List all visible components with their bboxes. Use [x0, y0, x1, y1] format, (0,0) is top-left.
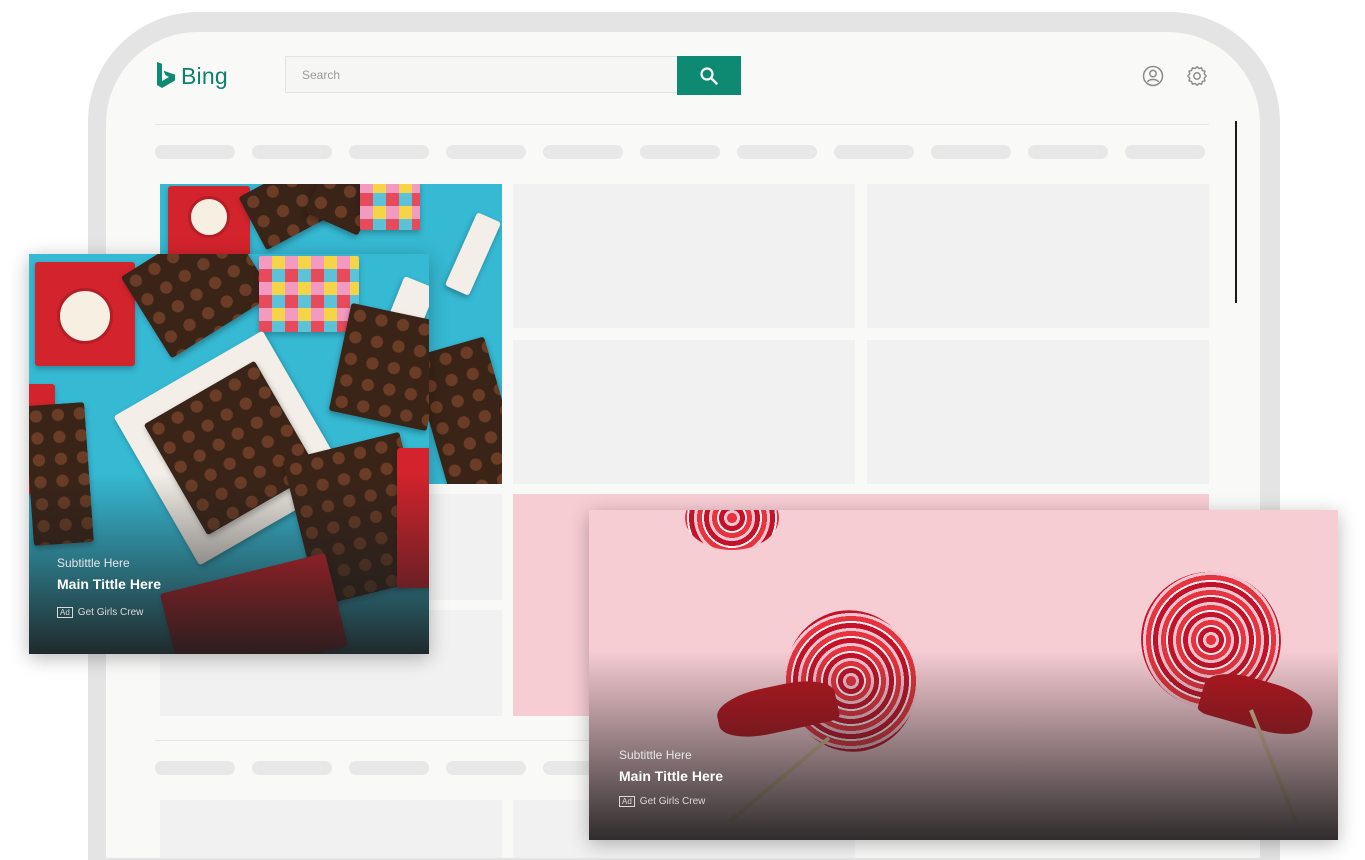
ad-title[interactable]: Main Tittle Here [619, 768, 723, 784]
nav-placeholder-row-2 [155, 761, 623, 775]
nav-placeholder [834, 145, 914, 159]
search-icon [700, 66, 718, 85]
result-tile[interactable] [867, 340, 1209, 484]
nav-placeholder [543, 145, 623, 159]
nav-placeholder [1028, 145, 1108, 159]
bing-logo[interactable]: Bing [156, 62, 228, 90]
nav-placeholder [349, 145, 429, 159]
ad-card-chocolates[interactable]: Subtittle Here Main Tittle Here Ad Get G… [29, 254, 429, 654]
scrollbar-thumb[interactable] [1235, 121, 1237, 303]
ad-subtitle: Subtittle Here [619, 748, 692, 762]
nav-placeholder [737, 145, 817, 159]
nav-placeholder-row [155, 145, 1205, 159]
gear-icon [1187, 66, 1207, 86]
ad-advertiser-name: Get Girls Crew [77, 607, 144, 618]
box-seal [57, 288, 113, 344]
ad-advertiser[interactable]: Ad Get Girls Crew [619, 796, 705, 807]
search-input[interactable] [285, 56, 677, 93]
ad-badge: Ad [619, 796, 635, 807]
result-tile[interactable] [160, 800, 502, 858]
nav-placeholder [252, 145, 332, 159]
valentine-box [259, 256, 359, 332]
result-tile[interactable] [513, 340, 855, 484]
result-tile[interactable] [513, 184, 855, 328]
ad-badge: Ad [57, 607, 73, 618]
nav-placeholder [155, 761, 235, 775]
account-icon [1142, 65, 1164, 87]
ad-subtitle: Subtittle Here [57, 556, 130, 570]
nav-placeholder [640, 145, 720, 159]
result-tile[interactable] [867, 184, 1209, 328]
lollipop [685, 510, 779, 550]
nav-placeholder [155, 145, 235, 159]
ad-card-lollipops[interactable]: Subtittle Here Main Tittle Here Ad Get G… [589, 510, 1338, 840]
nav-placeholder [252, 761, 332, 775]
nav-placeholder [446, 761, 526, 775]
box-seal [188, 196, 230, 238]
settings-button[interactable] [1186, 65, 1208, 87]
nav-placeholder [349, 761, 429, 775]
account-button[interactable] [1142, 65, 1164, 87]
text-scrim [589, 650, 1338, 840]
ad-title[interactable]: Main Tittle Here [57, 576, 161, 592]
nav-placeholder [931, 145, 1011, 159]
search-button[interactable] [677, 56, 741, 95]
valentine-box [360, 184, 420, 230]
nav-placeholder [446, 145, 526, 159]
ad-advertiser[interactable]: Ad Get Girls Crew [57, 607, 143, 618]
bing-wordmark: Bing [181, 62, 228, 89]
ad-advertiser-name: Get Girls Crew [639, 796, 706, 807]
header-divider [155, 124, 1209, 125]
bing-b-icon [157, 62, 175, 88]
nav-placeholder [1125, 145, 1205, 159]
bar-box [444, 212, 502, 296]
